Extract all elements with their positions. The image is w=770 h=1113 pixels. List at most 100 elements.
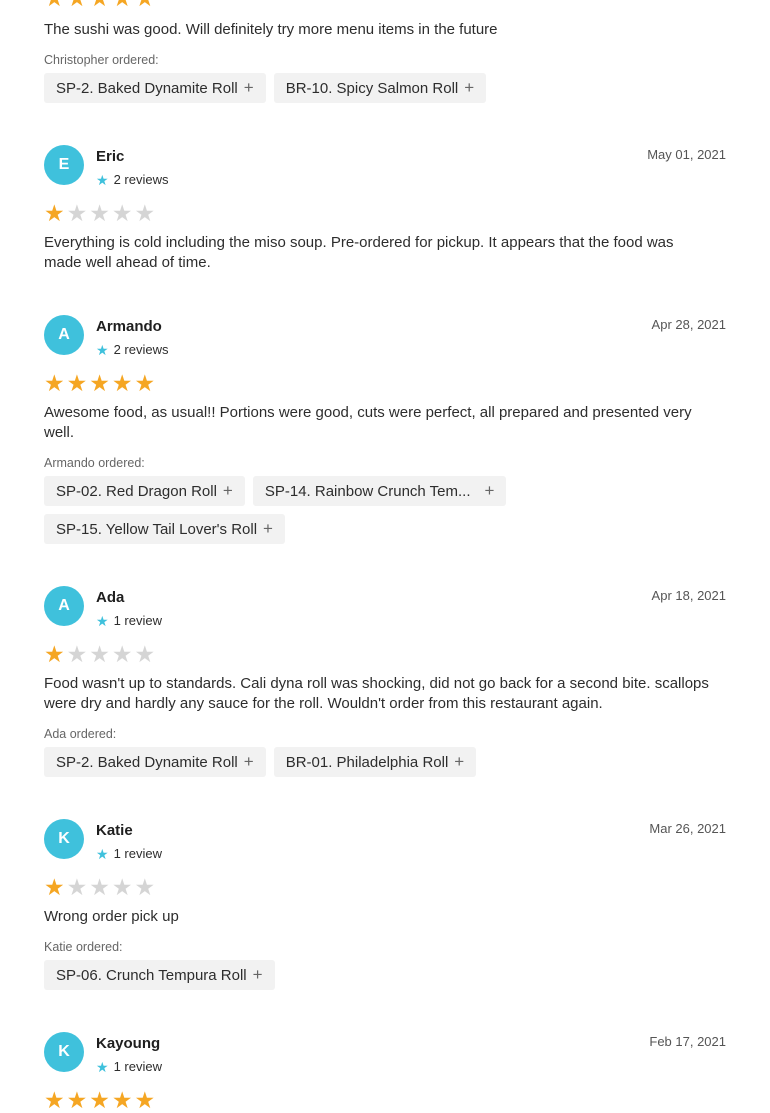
- rating-stars: ★ ★ ★ ★ ★: [44, 0, 155, 10]
- star-icon: ★: [112, 0, 133, 10]
- star-icon: ★: [44, 370, 65, 396]
- ordered-label: Armando ordered:: [44, 456, 145, 470]
- ordered-items: SP-06. Crunch Tempura Roll +: [44, 960, 726, 990]
- star-icon: ★: [134, 200, 156, 226]
- star-icon: ★: [44, 641, 65, 667]
- menu-item-chip[interactable]: SP-02. Red Dragon Roll +: [44, 476, 245, 506]
- menu-item-label: SP-02. Red Dragon Roll: [56, 482, 217, 500]
- reviewer-name[interactable]: Armando: [96, 318, 162, 335]
- star-icon: ★: [66, 641, 88, 667]
- star-icon: ★: [44, 200, 65, 226]
- reviewer-meta: ★ 1 review: [96, 613, 162, 628]
- star-icon: ★: [89, 0, 110, 10]
- menu-item-label: BR-10. Spicy Salmon Roll: [285, 79, 459, 97]
- star-icon: ★: [111, 641, 133, 667]
- star-icon: ★: [135, 0, 156, 10]
- star-icon: ★: [111, 370, 133, 396]
- avatar[interactable]: A: [44, 586, 84, 626]
- reviewer-name[interactable]: Eric: [96, 148, 124, 165]
- avatar[interactable]: A: [44, 315, 84, 355]
- menu-item-chip[interactable]: BR-10. Spicy Salmon Roll +: [273, 73, 487, 103]
- review-count: 2 reviews: [113, 342, 169, 357]
- star-icon: ★: [96, 341, 109, 358]
- menu-item-chip[interactable]: SP-14. Rainbow Crunch Tem... +: [252, 476, 507, 506]
- plus-icon[interactable]: +: [253, 965, 263, 985]
- star-icon: ★: [66, 1087, 88, 1113]
- star-icon: ★: [66, 200, 88, 226]
- star-icon: ★: [89, 370, 110, 396]
- review-header: E Eric ★ 2 reviews May 01, 2021: [44, 145, 726, 187]
- menu-item-chip[interactable]: SP-2. Baked Dynamite Roll +: [44, 747, 266, 777]
- plus-icon[interactable]: +: [244, 752, 254, 772]
- star-icon: ★: [44, 874, 65, 900]
- plus-icon[interactable]: +: [485, 481, 495, 501]
- reviewer-meta: ★ 2 reviews: [96, 172, 168, 187]
- review-text: Awesome food, as usual!! Portions were g…: [44, 404, 692, 441]
- star-icon: ★: [67, 0, 88, 10]
- star-icon: ★: [89, 200, 110, 226]
- ordered-label: Katie ordered:: [44, 940, 123, 954]
- review-header: A Armando ★ 2 reviews Apr 28, 2021: [44, 315, 726, 357]
- review-date: May 01, 2021: [647, 147, 726, 162]
- plus-icon[interactable]: +: [223, 481, 233, 501]
- ordered-label: Ada ordered:: [44, 727, 117, 741]
- review-text: Food wasn't up to standards. Cali dyna r…: [44, 675, 709, 712]
- menu-item-label: SP-2. Baked Dynamite Roll: [56, 79, 238, 97]
- ordered-label: Christopher ordered:: [44, 53, 159, 67]
- reviewer-meta: ★ 1 review: [96, 846, 162, 861]
- plus-icon[interactable]: +: [263, 519, 273, 539]
- star-icon: ★: [44, 0, 65, 10]
- avatar[interactable]: K: [44, 819, 84, 859]
- avatar[interactable]: E: [44, 145, 84, 185]
- plus-icon[interactable]: +: [454, 752, 464, 772]
- review-count: 1 review: [113, 846, 162, 861]
- star-icon: ★: [89, 874, 110, 900]
- star-icon: ★: [89, 641, 110, 667]
- star-icon: ★: [89, 1087, 110, 1113]
- star-icon: ★: [66, 874, 88, 900]
- star-icon: ★: [96, 845, 109, 862]
- review-text: Everything is cold including the miso so…: [44, 234, 674, 271]
- star-icon: ★: [96, 171, 109, 188]
- star-icon: ★: [96, 612, 109, 629]
- rating-stars: ★ ★ ★ ★ ★: [44, 876, 155, 899]
- menu-item-label: SP-2. Baked Dynamite Roll: [56, 753, 238, 771]
- star-icon: ★: [134, 641, 156, 667]
- reviewer-name[interactable]: Katie: [96, 822, 133, 839]
- star-icon: ★: [44, 1087, 65, 1113]
- menu-item-label: SP-14. Rainbow Crunch Tem...: [264, 482, 471, 500]
- review-header: A Ada ★ 1 review Apr 18, 2021: [44, 586, 726, 628]
- ordered-items: SP-02. Red Dragon Roll + SP-14. Rainbow …: [44, 476, 726, 544]
- menu-item-chip[interactable]: SP-06. Crunch Tempura Roll +: [44, 960, 275, 990]
- review-eric: E Eric ★ 2 reviews May 01, 2021 ★ ★ ★ ★ …: [44, 145, 726, 271]
- reviewer-name[interactable]: Kayoung: [96, 1035, 160, 1052]
- rating-stars: ★ ★ ★ ★ ★: [44, 372, 155, 395]
- review-kayoung: K Kayoung ★ 1 review Feb 17, 2021 ★ ★ ★ …: [44, 1032, 726, 1112]
- plus-icon[interactable]: +: [244, 78, 254, 98]
- ordered-items: SP-2. Baked Dynamite Roll + BR-01. Phila…: [44, 747, 726, 777]
- menu-item-chip[interactable]: SP-15. Yellow Tail Lover's Roll +: [44, 514, 285, 544]
- menu-item-chip[interactable]: SP-2. Baked Dynamite Roll +: [44, 73, 266, 103]
- star-icon: ★: [111, 1087, 133, 1113]
- review-header: K Katie ★ 1 review Mar 26, 2021: [44, 819, 726, 861]
- reviewer-meta: ★ 2 reviews: [96, 342, 168, 357]
- rating-stars: ★ ★ ★ ★ ★: [44, 202, 155, 225]
- star-icon: ★: [134, 1087, 156, 1113]
- review-date: Apr 28, 2021: [651, 317, 726, 332]
- review-text: Wrong order pick up: [44, 908, 179, 925]
- review-count: 2 reviews: [113, 172, 169, 187]
- avatar[interactable]: K: [44, 1032, 84, 1072]
- review-ada: A Ada ★ 1 review Apr 18, 2021 ★ ★ ★ ★ ★ …: [44, 586, 726, 777]
- review-count: 1 review: [113, 1059, 162, 1074]
- review-text: The sushi was good. Will definitely try …: [44, 21, 498, 38]
- plus-icon[interactable]: +: [464, 78, 474, 98]
- menu-item-chip[interactable]: BR-01. Philadelphia Roll +: [273, 747, 477, 777]
- star-icon: ★: [134, 370, 156, 396]
- review-date: Feb 17, 2021: [649, 1034, 726, 1049]
- star-icon: ★: [111, 874, 133, 900]
- reviewer-name[interactable]: Ada: [96, 589, 124, 606]
- review-armando: A Armando ★ 2 reviews Apr 28, 2021 ★ ★ ★…: [44, 315, 726, 544]
- rating-stars: ★ ★ ★ ★ ★: [44, 1089, 155, 1112]
- ordered-items: SP-2. Baked Dynamite Roll + BR-10. Spicy…: [44, 73, 726, 103]
- star-icon: ★: [134, 874, 156, 900]
